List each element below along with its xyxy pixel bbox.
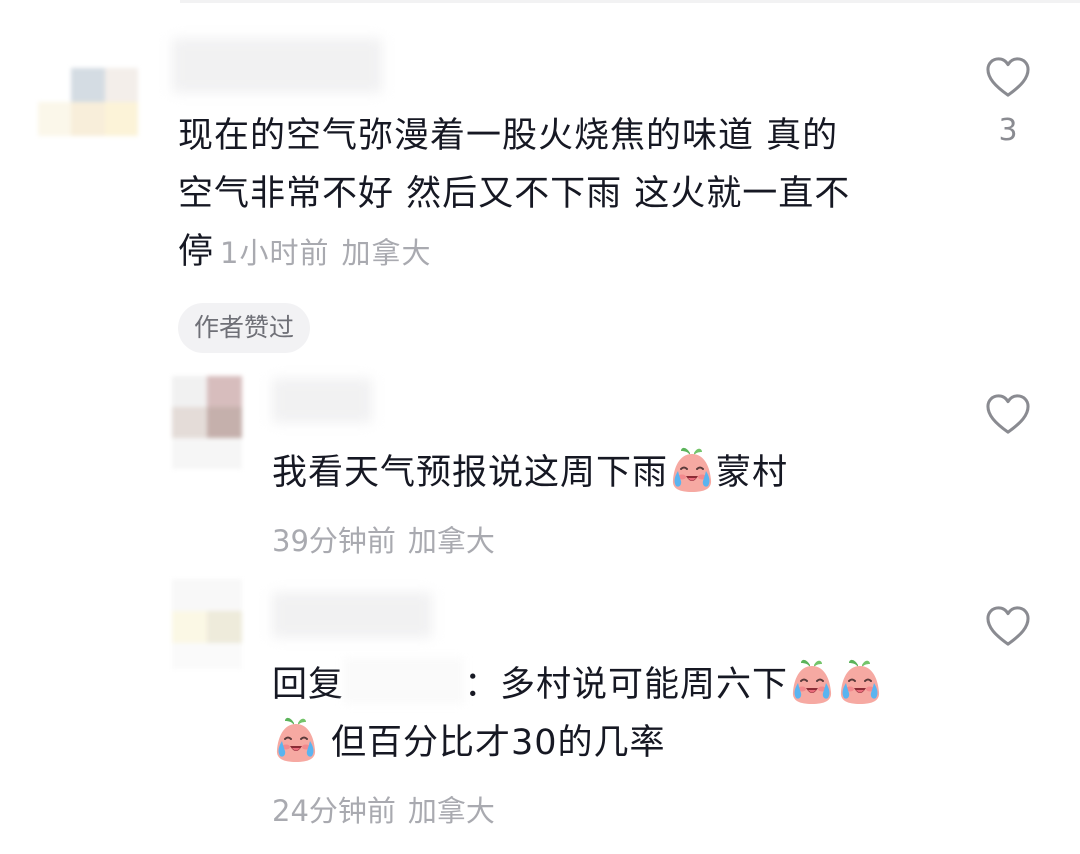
reply-location: 加拿大 [407, 524, 495, 558]
reply-time: 24分钟前 [272, 794, 396, 828]
reply-prefix: 回复 [272, 665, 345, 705]
reply-time: 39分钟前 [272, 524, 396, 558]
avatar[interactable] [38, 68, 138, 138]
comment-line: 停 [178, 232, 215, 272]
reply-line-2: 但百分比才30的几率 [272, 714, 884, 772]
crying-face-emoji [273, 714, 319, 764]
comment-line: 空气非常不好 然后又不下雨 这火就一直不 [178, 174, 851, 214]
heart-outline-icon[interactable] [985, 56, 1031, 98]
reply-text-line1: ：多村说可能周六下 [464, 665, 789, 705]
reply-meta: 39分钟前 加拿大 [272, 518, 495, 560]
author-liked-badge: 作者赞过 [178, 303, 311, 353]
username-redacted[interactable] [272, 378, 372, 423]
username-redacted[interactable] [172, 38, 382, 93]
comment-text: 现在的空气弥漫着一股火烧焦的味道 真的 空气非常不好 然后又不下雨 这火就一直不… [178, 107, 850, 282]
reply-meta: 24分钟前 加拿大 [272, 788, 495, 830]
mention-redacted[interactable] [344, 658, 465, 704]
crying-face-emoji [789, 656, 835, 706]
crying-face-emoji [837, 656, 883, 706]
comment-line: 现在的空气弥漫着一股火烧焦的味道 真的 [178, 116, 839, 156]
comment-time: 1小时前 [220, 236, 330, 270]
avatar[interactable] [172, 579, 242, 669]
avatar[interactable] [172, 376, 242, 469]
comment-line-last: 停 1小时前 加拿大 [178, 223, 850, 282]
comment-location: 加拿大 [341, 236, 432, 270]
comment-meta: 1小时前 加拿大 [220, 236, 431, 270]
heart-outline-icon[interactable] [985, 393, 1031, 435]
reply-text: 我看天气预报说这周下雨 蒙村 [272, 444, 788, 502]
reply-text-main: 我看天气预报说这周下雨 [272, 453, 669, 493]
reply-text-line2: 但百分比才30的几率 [331, 723, 666, 763]
reply-line-1: 回复 ：多村说可能周六下 [272, 656, 884, 714]
crying-face-emoji [669, 444, 715, 494]
top-divider [180, 0, 1080, 3]
reply-text: 回复 ：多村说可能周六下 但百分比才30的几率 [272, 656, 884, 772]
reply-location: 加拿大 [407, 794, 495, 828]
heart-outline-icon[interactable] [985, 605, 1031, 647]
like-count: 3 [998, 113, 1018, 148]
username-redacted[interactable] [272, 592, 432, 638]
reply-text-tail: 蒙村 [716, 453, 789, 493]
